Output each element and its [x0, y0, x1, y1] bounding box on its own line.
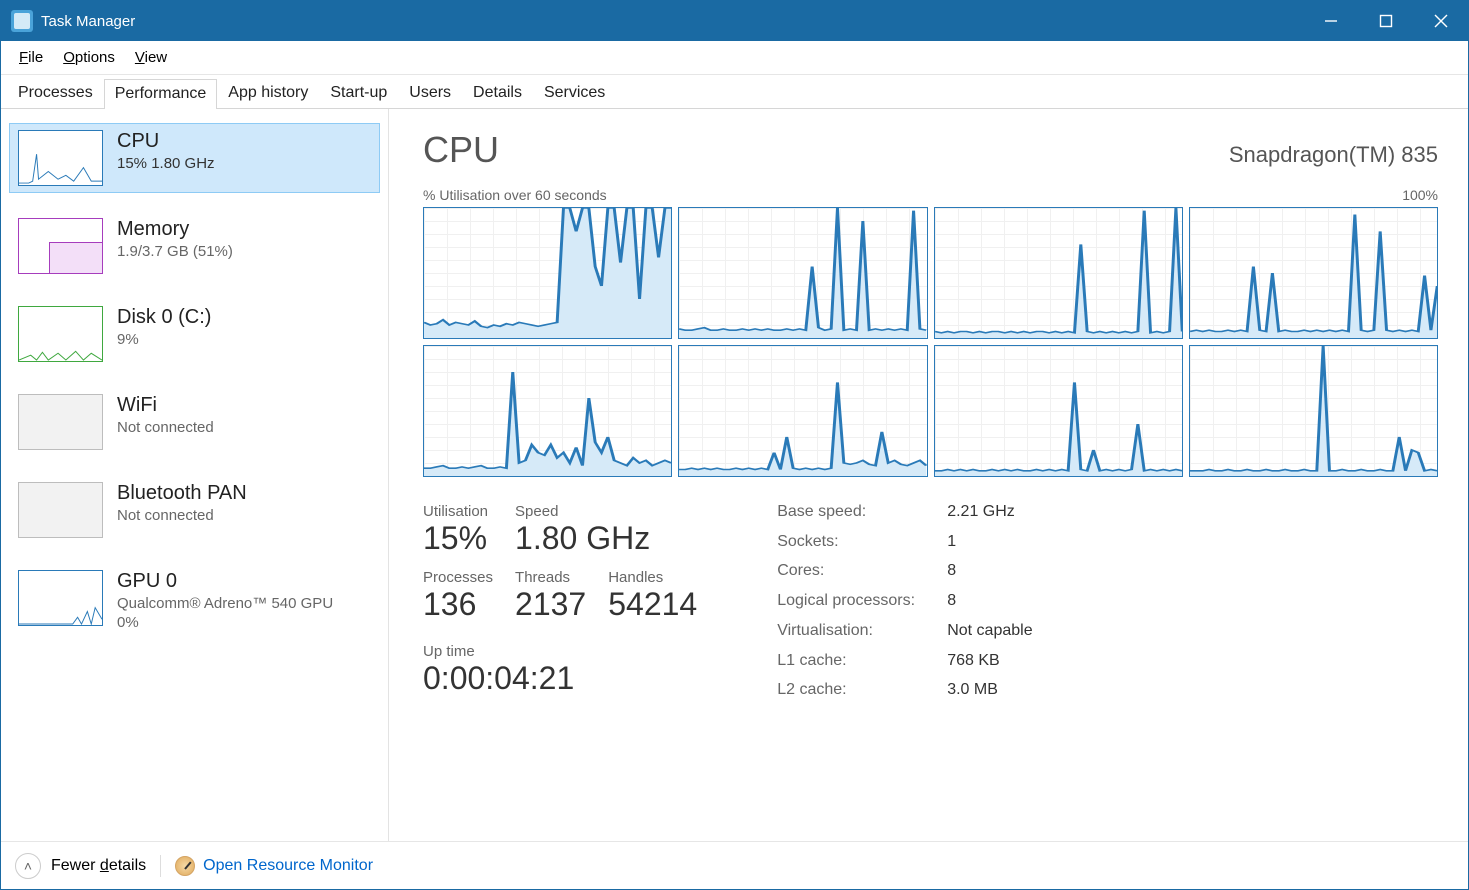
uptime-value: 0:00:04:21	[423, 660, 697, 697]
spec-value: 1	[947, 533, 1032, 557]
spec-label: Logical processors:	[777, 592, 947, 616]
close-button[interactable]	[1413, 1, 1468, 41]
sidebar: CPU 15% 1.80 GHz Memory 1.9/3.7 GB (51%)…	[1, 109, 389, 841]
spec-value: 8	[947, 592, 1032, 616]
handles-label: Handles	[608, 569, 697, 586]
app-icon	[11, 10, 33, 32]
core-chart-5[interactable]	[678, 345, 927, 477]
sidebar-item-gpu[interactable]: GPU 0 Qualcomm® Adreno™ 540 GPU 0%	[9, 563, 380, 638]
sidebar-item-sub: Qualcomm® Adreno™ 540 GPU	[117, 595, 333, 612]
fewer-details-toggle[interactable]: ˄ Fewer details	[15, 853, 146, 879]
page-title: CPU	[423, 129, 499, 171]
sidebar-item-sub: Not connected	[117, 419, 214, 436]
sidebar-item-label: Disk 0 (C:)	[117, 306, 211, 329]
menu-bar: File Options View	[1, 41, 1468, 75]
core-chart-4[interactable]	[423, 345, 672, 477]
chart-caption-left: % Utilisation over 60 seconds	[423, 187, 607, 203]
sidebar-item-sub2: 0%	[117, 614, 333, 631]
resource-monitor-icon	[175, 856, 195, 876]
spec-value: 2.21 GHz	[947, 503, 1032, 527]
footer: ˄ Fewer details Open Resource Monitor	[1, 841, 1468, 889]
sidebar-item-sub: 15% 1.80 GHz	[117, 155, 215, 172]
spec-value: 8	[947, 562, 1032, 586]
spec-table: Base speed:2.21 GHz Sockets:1 Cores:8 Lo…	[777, 503, 1032, 705]
sidebar-item-sub: 1.9/3.7 GB (51%)	[117, 243, 233, 260]
sidebar-item-sub: 9%	[117, 331, 211, 348]
sidebar-item-label: Memory	[117, 218, 233, 241]
core-chart-1[interactable]	[678, 207, 927, 339]
processes-value: 136	[423, 586, 493, 623]
spec-label: L2 cache:	[777, 681, 947, 705]
core-chart-6[interactable]	[934, 345, 1183, 477]
threads-value: 2137	[515, 586, 586, 623]
spec-value: Not capable	[947, 622, 1032, 646]
sidebar-item-label: GPU 0	[117, 570, 333, 593]
speed-label: Speed	[515, 503, 697, 520]
separator	[160, 855, 161, 877]
core-chart-7[interactable]	[1189, 345, 1438, 477]
window-title: Task Manager	[41, 13, 135, 30]
tab-performance[interactable]: Performance	[104, 79, 218, 109]
resource-monitor-label: Open Resource Monitor	[203, 857, 373, 875]
menu-options[interactable]: Options	[53, 45, 125, 70]
core-chart-3[interactable]	[1189, 207, 1438, 339]
wifi-thumbnail	[18, 394, 103, 450]
handles-value: 54214	[608, 586, 697, 623]
spec-value: 3.0 MB	[947, 681, 1032, 705]
core-chart-2[interactable]	[934, 207, 1183, 339]
processes-label: Processes	[423, 569, 493, 586]
tab-bar: Processes Performance App history Start-…	[1, 75, 1468, 109]
core-charts-grid	[423, 207, 1438, 477]
sidebar-item-label: CPU	[117, 130, 215, 153]
cpu-thumbnail	[18, 130, 103, 186]
open-resource-monitor-link[interactable]: Open Resource Monitor	[175, 856, 373, 876]
chart-caption-right: 100%	[1402, 187, 1438, 203]
minimize-button[interactable]	[1303, 1, 1358, 41]
utilisation-value: 15%	[423, 520, 493, 557]
title-bar: Task Manager	[1, 1, 1468, 41]
sidebar-item-label: Bluetooth PAN	[117, 482, 247, 505]
spec-label: Sockets:	[777, 533, 947, 557]
sidebar-item-bluetooth[interactable]: Bluetooth PAN Not connected	[9, 475, 380, 545]
gpu-thumbnail	[18, 570, 103, 626]
sidebar-item-disk[interactable]: Disk 0 (C:) 9%	[9, 299, 380, 369]
utilisation-label: Utilisation	[423, 503, 493, 520]
menu-file[interactable]: File	[9, 45, 53, 70]
spec-value: 768 KB	[947, 652, 1032, 676]
chevron-up-icon: ˄	[15, 853, 41, 879]
sidebar-item-sub: Not connected	[117, 507, 247, 524]
disk-thumbnail	[18, 306, 103, 362]
main-panel: CPU Snapdragon(TM) 835 % Utilisation ove…	[389, 109, 1468, 841]
spec-label: Virtualisation:	[777, 622, 947, 646]
tab-start-up[interactable]: Start-up	[319, 78, 398, 108]
cpu-model: Snapdragon(TM) 835	[1229, 142, 1438, 168]
sidebar-item-wifi[interactable]: WiFi Not connected	[9, 387, 380, 457]
threads-label: Threads	[515, 569, 586, 586]
tab-services[interactable]: Services	[533, 78, 616, 108]
tab-users[interactable]: Users	[398, 78, 462, 108]
speed-value: 1.80 GHz	[515, 520, 697, 557]
core-chart-0[interactable]	[423, 207, 672, 339]
tab-details[interactable]: Details	[462, 78, 533, 108]
sidebar-item-cpu[interactable]: CPU 15% 1.80 GHz	[9, 123, 380, 193]
menu-view[interactable]: View	[125, 45, 177, 70]
bluetooth-thumbnail	[18, 482, 103, 538]
spec-label: Cores:	[777, 562, 947, 586]
spec-label: Base speed:	[777, 503, 947, 527]
maximize-button[interactable]	[1358, 1, 1413, 41]
uptime-label: Up time	[423, 643, 697, 660]
tab-processes[interactable]: Processes	[7, 78, 104, 108]
memory-thumbnail	[18, 218, 103, 274]
sidebar-item-label: WiFi	[117, 394, 214, 417]
sidebar-item-memory[interactable]: Memory 1.9/3.7 GB (51%)	[9, 211, 380, 281]
tab-app-history[interactable]: App history	[217, 78, 319, 108]
spec-label: L1 cache:	[777, 652, 947, 676]
